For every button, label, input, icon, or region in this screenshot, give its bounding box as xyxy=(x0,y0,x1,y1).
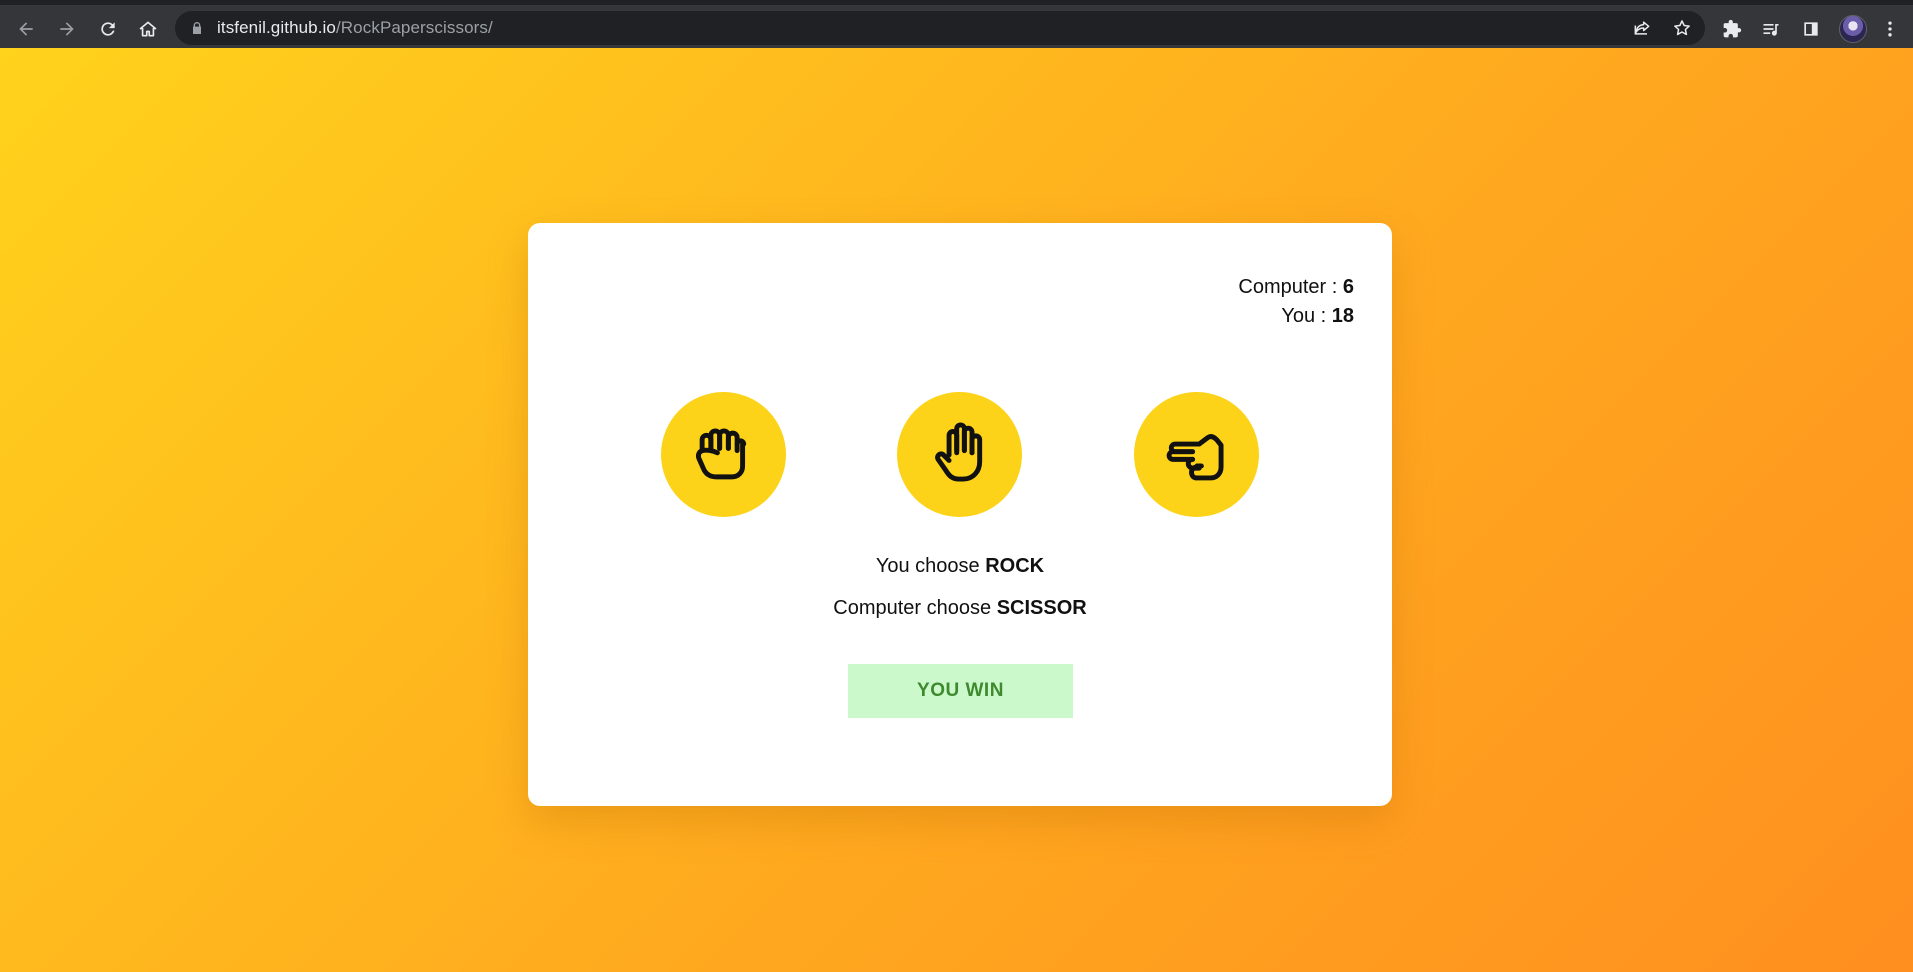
share-icon xyxy=(1634,21,1650,35)
side-panel-icon xyxy=(1804,22,1818,36)
computer-score-value: 6 xyxy=(1342,276,1354,298)
scissors-button[interactable] xyxy=(1134,392,1259,517)
reading-list-button[interactable] xyxy=(1759,17,1783,41)
bookmark-star-icon xyxy=(1674,20,1690,36)
address-bar[interactable]: itsfenil.github.io/RockPaperscissors/ xyxy=(175,11,1705,45)
extensions-button[interactable] xyxy=(1720,17,1744,41)
computer-choice-value: SCISSOR xyxy=(996,597,1087,619)
back-icon xyxy=(19,22,33,36)
player-choice-text: You choose ROCK xyxy=(528,555,1392,578)
player-choice-label: You choose xyxy=(875,555,986,577)
browser-toolbar: itsfenil.github.io/RockPaperscissors/ xyxy=(0,0,1913,48)
computer-choice-label: Computer choose xyxy=(833,597,997,619)
player-choice-value: ROCK xyxy=(985,555,1045,577)
you-score-line: You : 18 xyxy=(1238,302,1354,331)
back-button[interactable] xyxy=(12,15,40,43)
reading-list-icon xyxy=(1763,24,1779,36)
reload-icon xyxy=(101,22,115,36)
extensions-icon xyxy=(1723,19,1742,38)
game-card: Computer : 6 You : 18 You choose ROCK Co… xyxy=(528,223,1392,806)
open-hand-icon xyxy=(934,422,982,482)
scissors-hand-icon xyxy=(1166,433,1224,480)
side-panel-button[interactable] xyxy=(1799,17,1823,41)
scoreboard: Computer : 6 You : 18 xyxy=(1238,273,1354,331)
computer-score-line: Computer : 6 xyxy=(1238,273,1354,302)
share-button[interactable] xyxy=(1632,18,1652,38)
url-host: itsfenil.github.io xyxy=(217,18,336,37)
page-background: Computer : 6 You : 18 You choose ROCK Co… xyxy=(0,48,1913,972)
forward-icon xyxy=(60,22,74,36)
computer-choice-text: Computer choose SCISSOR xyxy=(528,597,1392,620)
bookmark-button[interactable] xyxy=(1672,18,1692,38)
home-button[interactable] xyxy=(134,15,162,43)
home-icon xyxy=(139,21,157,37)
paper-button[interactable] xyxy=(897,392,1022,517)
you-score-value: 18 xyxy=(1331,305,1354,327)
rock-button[interactable] xyxy=(661,392,786,517)
more-menu-icon xyxy=(1888,21,1892,37)
url-text[interactable]: itsfenil.github.io/RockPaperscissors/ xyxy=(217,11,493,45)
lock-icon xyxy=(193,22,201,34)
reload-button[interactable] xyxy=(94,15,122,43)
more-menu-button[interactable] xyxy=(1878,17,1902,41)
profile-avatar[interactable] xyxy=(1839,15,1867,43)
computer-score-label: Computer : xyxy=(1238,276,1343,298)
you-score-label: You : xyxy=(1281,305,1332,327)
result-banner: YOU WIN xyxy=(848,664,1073,718)
forward-button[interactable] xyxy=(53,15,81,43)
url-path: /RockPaperscissors/ xyxy=(335,18,493,37)
fist-icon xyxy=(695,428,746,479)
